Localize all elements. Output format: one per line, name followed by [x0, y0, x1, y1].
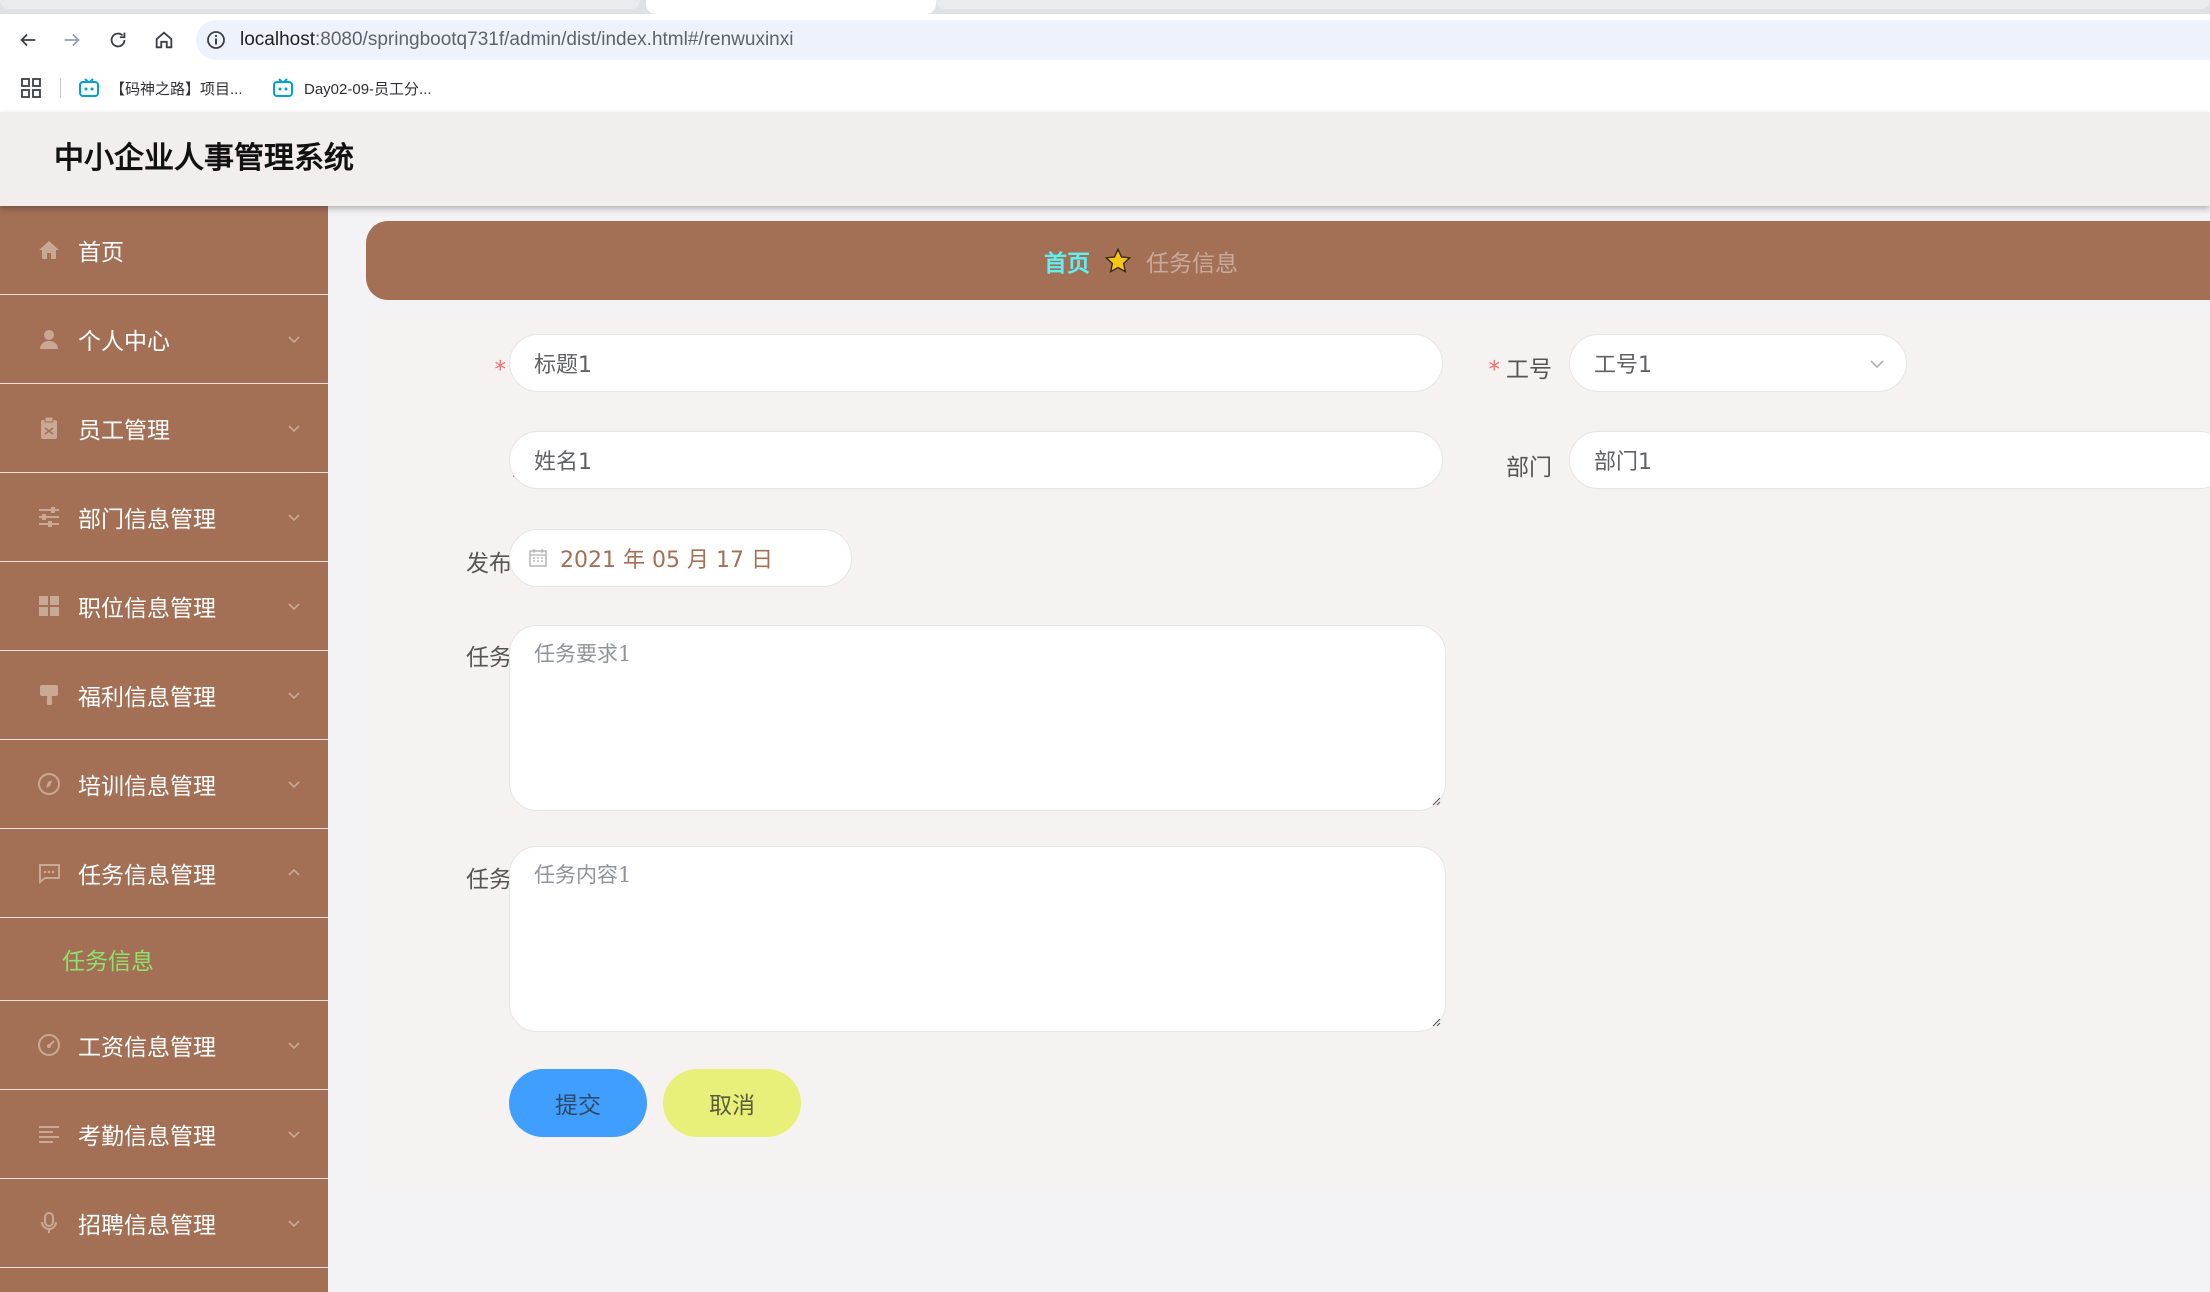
sidebar-item-welfare[interactable]: 福利信息管理	[0, 651, 328, 740]
chevron-down-icon	[288, 781, 300, 789]
publish-date-picker[interactable]: 2021 年 05 月 17 日	[509, 529, 852, 587]
calendar-icon	[529, 549, 547, 567]
sidebar-item-positions[interactable]: 职位信息管理	[0, 562, 328, 651]
employee-no-select-value: 工号1	[1594, 353, 1652, 378]
breadcrumb-current: 任务信息	[1146, 250, 1238, 277]
back-icon[interactable]	[10, 14, 46, 66]
address-bar[interactable]: localhost:8080/springbootq731f/admin/dis…	[196, 20, 2210, 60]
sidebar-item-salary[interactable]: 工资信息管理	[0, 1001, 328, 1090]
requirement-textarea-value: 任务要求1	[534, 642, 632, 666]
compass-icon	[36, 771, 62, 797]
user-icon	[36, 326, 62, 352]
sidebar: 首页 个人中心 员工管理 部门信息管理 职位信息管理 福利信息管理 培训信息管理…	[0, 206, 328, 1292]
chevron-down-icon	[288, 1131, 300, 1139]
resize-handle-icon[interactable]	[1431, 1017, 1441, 1027]
sidebar-item-label: 个人中心	[78, 329, 170, 355]
employee-no-label-text: 工号	[1506, 357, 1552, 383]
home-icon	[36, 237, 62, 263]
chevron-down-icon	[288, 336, 300, 344]
chevron-down-icon	[288, 1220, 300, 1228]
bookmark-label: 【码神之路】项目...	[110, 80, 243, 98]
sidebar-item-employees[interactable]: 员工管理	[0, 384, 328, 473]
sidebar-item-label: 任务信息管理	[78, 863, 216, 889]
sidebar-item-label: 培训信息管理	[78, 774, 216, 800]
sidebar-item-label: 首页	[78, 240, 124, 266]
sidebar-item-label: 职位信息管理	[78, 596, 216, 622]
name-input[interactable]: 姓名1	[509, 431, 1443, 489]
gauge-icon	[36, 1032, 62, 1058]
requirement-textarea[interactable]: 任务要求1	[509, 625, 1446, 811]
sidebar-item-label: 工资信息管理	[78, 1035, 216, 1061]
cancel-button[interactable]: 取消	[663, 1069, 801, 1137]
breadcrumb-home-link[interactable]: 首页	[1044, 244, 1090, 278]
sidebar-item-label: 考勤信息管理	[78, 1124, 216, 1150]
content-textarea-value: 任务内容1	[534, 863, 632, 887]
forward-icon[interactable]	[54, 14, 90, 66]
title-input-value: 标题1	[534, 353, 592, 378]
sliders-icon	[36, 504, 62, 530]
name-input-value: 姓名1	[534, 450, 592, 475]
sidebar-item-tasks[interactable]: 任务信息管理	[0, 829, 328, 918]
chevron-down-icon	[288, 514, 300, 522]
app-title: 中小企业人事管理系统	[54, 141, 354, 176]
title-input[interactable]: 标题1	[509, 334, 1443, 392]
sidebar-subitem-label: 任务信息	[62, 949, 154, 975]
bilibili-icon	[79, 78, 99, 97]
breadcrumb: 首页 任务信息	[366, 221, 2210, 300]
apps-grid-icon[interactable]	[20, 77, 42, 99]
browser-tab-active[interactable]	[646, 0, 936, 14]
bilibili-icon	[273, 78, 293, 97]
sidebar-item-departments[interactable]: 部门信息管理	[0, 473, 328, 562]
chevron-down-icon	[288, 692, 300, 700]
chevron-down-icon	[288, 425, 300, 433]
publish-date-value: 2021 年 05 月 17 日	[560, 548, 773, 573]
chat-icon	[36, 860, 62, 886]
sidebar-item-label: 员工管理	[78, 418, 170, 444]
submit-button[interactable]: 提交	[509, 1069, 647, 1137]
brush-icon	[36, 682, 62, 708]
content-textarea[interactable]: 任务内容1	[509, 846, 1446, 1032]
home-page-icon[interactable]	[146, 14, 182, 66]
resize-handle-icon[interactable]	[1431, 796, 1441, 806]
sidebar-item-training[interactable]: 培训信息管理	[0, 740, 328, 829]
star-icon	[1104, 247, 1132, 273]
required-asterisk: *	[494, 357, 507, 383]
clipboard-icon	[36, 415, 62, 441]
department-input[interactable]: 部门1	[1569, 431, 2210, 489]
sidebar-subitem-task-info[interactable]: 任务信息	[0, 918, 328, 1001]
bookmark-label: Day02-09-员工分...	[304, 80, 432, 98]
sidebar-item-attendance[interactable]: 考勤信息管理	[0, 1090, 328, 1179]
bookmark-item[interactable]: 【码神之路】项目...	[78, 74, 243, 102]
browser-tab[interactable]	[0, 0, 640, 9]
employee-no-select[interactable]: 工号1	[1569, 334, 1907, 392]
microphone-icon	[36, 1210, 62, 1236]
sidebar-item-recruitment[interactable]: 招聘信息管理	[0, 1179, 328, 1268]
sidebar-item-profile[interactable]: 个人中心	[0, 295, 328, 384]
site-info-icon[interactable]	[206, 30, 226, 50]
department-label: 部门	[1506, 455, 1552, 481]
grid-icon	[36, 593, 62, 619]
chevron-down-icon	[288, 603, 300, 611]
sidebar-item-label: 招聘信息管理	[78, 1213, 216, 1239]
reload-icon[interactable]	[100, 14, 136, 66]
chevron-down-icon	[288, 1042, 300, 1050]
department-input-value: 部门1	[1594, 450, 1652, 475]
employee-no-label: * 工号	[1426, 350, 1553, 384]
list-icon	[36, 1121, 62, 1147]
task-form: *标题 标题1 *工号 工号1 姓名 姓名1 部门 部门1 发布日期 2021 …	[366, 316, 2210, 1188]
url-host: localhost	[240, 29, 315, 50]
bookmarks-separator	[60, 78, 61, 98]
app-header: 中小企业人事管理系统	[0, 112, 2210, 206]
required-asterisk: *	[1488, 357, 1501, 383]
sidebar-item-home[interactable]: 首页	[0, 206, 328, 295]
sidebar-item-label: 部门信息管理	[78, 507, 216, 533]
bookmark-item[interactable]: Day02-09-员工分...	[272, 74, 432, 102]
chevron-up-icon	[288, 868, 300, 876]
sidebar-item-label: 福利信息管理	[78, 685, 216, 711]
chevron-down-icon	[1870, 360, 1884, 369]
url-path: :8080/springbootq731f/admin/dist/index.h…	[315, 29, 794, 50]
browser-tab[interactable]	[936, 0, 2210, 9]
url-text: localhost:8080/springbootq731f/admin/dis…	[240, 29, 793, 51]
